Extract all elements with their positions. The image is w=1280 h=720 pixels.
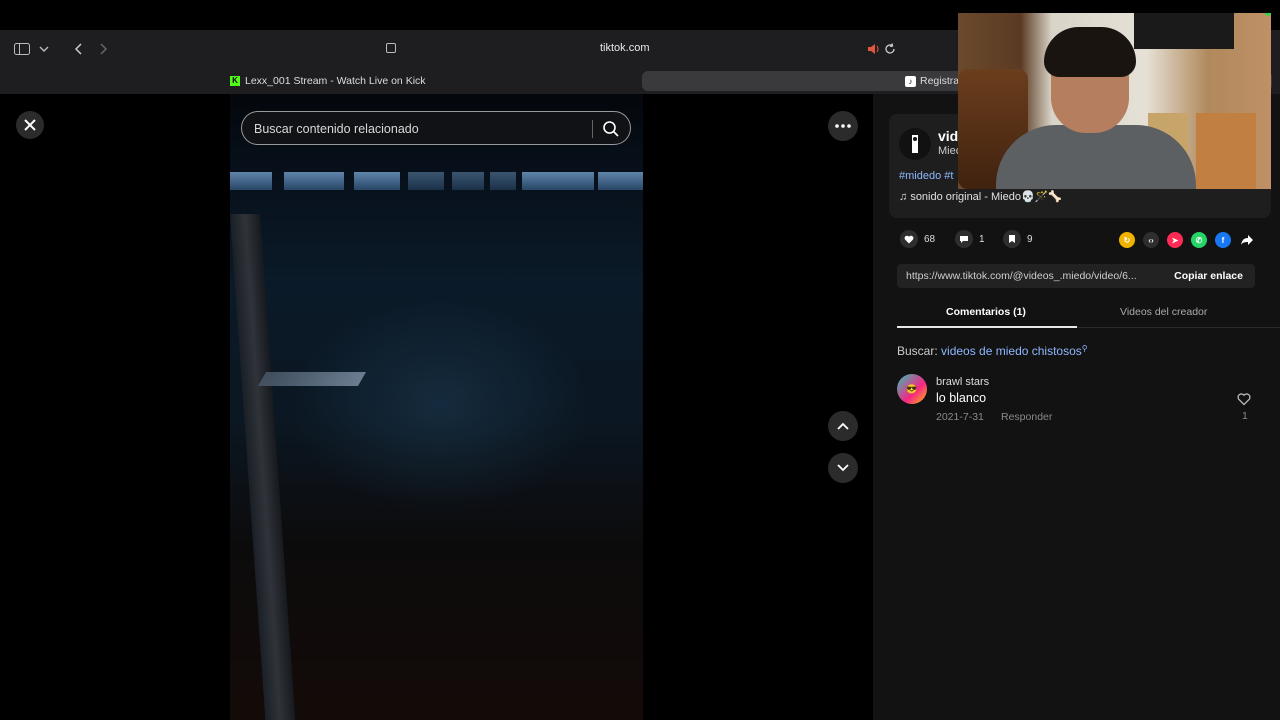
ellipsis-icon xyxy=(835,124,851,128)
send-icon[interactable]: ➤ xyxy=(1167,232,1183,248)
save-button[interactable]: 9 xyxy=(1003,230,1033,248)
reload-icon[interactable] xyxy=(880,40,900,58)
comment-icon xyxy=(955,230,973,248)
comment-button[interactable]: 1 xyxy=(955,230,985,248)
save-count: 9 xyxy=(1027,233,1033,245)
video-scene xyxy=(290,294,590,514)
comment-item: 😎 brawl stars lo blanco 2021-7-31 Respon… xyxy=(897,374,1267,428)
music-note-icon: ♫ xyxy=(899,191,911,203)
tab-label: Registra xyxy=(920,75,960,87)
tab-creator-videos[interactable]: Videos del creador xyxy=(1120,306,1207,318)
creator-name[interactable]: vid xyxy=(938,128,958,144)
heart-icon[interactable] xyxy=(1237,392,1251,406)
like-button[interactable]: 68 xyxy=(900,230,935,248)
close-icon xyxy=(24,119,36,131)
status-dot xyxy=(1265,13,1271,16)
search-suggestion-prefix: Buscar: xyxy=(897,344,938,358)
comment-like-count: 1 xyxy=(1242,410,1248,422)
comment-count: 1 xyxy=(979,233,985,245)
chevron-down-icon[interactable] xyxy=(34,40,54,58)
like-count: 68 xyxy=(924,233,936,245)
music-title: sonido original - Miedo💀🪄🦴 xyxy=(910,191,1063,203)
copy-link-button[interactable]: Copiar enlace xyxy=(1174,270,1243,282)
previous-video-button[interactable] xyxy=(828,411,858,441)
chevron-up-icon xyxy=(837,422,849,430)
address-bar[interactable]: tiktok.com xyxy=(600,42,650,54)
share-arrow-icon[interactable] xyxy=(1239,232,1255,248)
active-tab-indicator xyxy=(897,326,1077,328)
tab-comments[interactable]: Comentarios (1) xyxy=(946,306,1026,318)
panel-tabs: Comentarios (1) Videos del creador xyxy=(897,300,1280,328)
reply-button[interactable]: Responder xyxy=(1001,411,1052,423)
search-suggestion[interactable]: Buscar: videos de miedo chistosos⚲ xyxy=(897,344,1088,358)
video-player[interactable] xyxy=(230,94,643,720)
reader-icon[interactable] xyxy=(386,43,396,53)
search-placeholder: Buscar contenido relacionado xyxy=(254,122,419,136)
embed-icon[interactable]: ‹› xyxy=(1143,232,1159,248)
search-suggestion-keyword[interactable]: videos de miedo chistosos xyxy=(941,344,1082,358)
tab-kick-stream[interactable]: K Lexx_001 Stream - Watch Live on Kick xyxy=(8,71,640,91)
comment-date: 2021-7-31 xyxy=(936,411,984,423)
search-icon[interactable] xyxy=(602,120,620,138)
post-hashtags[interactable]: #midedo #t xyxy=(899,170,953,182)
tab-label: Lexx_001 Stream - Watch Live on Kick xyxy=(245,75,426,87)
repost-icon[interactable]: ↻ xyxy=(1119,232,1135,248)
video-link[interactable]: https://www.tiktok.com/@videos_.miedo/vi… xyxy=(906,270,1156,282)
bookmark-icon xyxy=(1003,230,1021,248)
video-link-box: https://www.tiktok.com/@videos_.miedo/vi… xyxy=(897,264,1255,288)
action-bar: 68 1 9 ↻ ‹› ➤ ✆ f xyxy=(897,230,1267,250)
webcam-overlay xyxy=(958,13,1271,189)
forward-button[interactable] xyxy=(94,40,114,58)
back-button[interactable] xyxy=(68,40,88,58)
related-search-input[interactable]: Buscar contenido relacionado xyxy=(241,111,631,145)
music-line[interactable]: ♫ sonido original - Miedo💀🪄🦴 xyxy=(899,190,1062,203)
close-button[interactable] xyxy=(16,111,44,139)
chevron-down-icon xyxy=(837,464,849,472)
sidebar-toggle-icon[interactable] xyxy=(12,40,32,58)
facebook-icon[interactable]: f xyxy=(1215,232,1231,248)
tiktok-icon: ♪ xyxy=(905,76,916,87)
more-options-button[interactable] xyxy=(828,111,858,141)
comment-text: lo blanco xyxy=(936,391,987,405)
whatsapp-icon[interactable]: ✆ xyxy=(1191,232,1207,248)
search-icon: ⚲ xyxy=(1081,344,1088,353)
comment-username[interactable]: brawl stars xyxy=(936,376,989,388)
kick-icon: K xyxy=(230,76,240,86)
heart-icon xyxy=(900,230,918,248)
next-video-button[interactable] xyxy=(828,453,858,483)
commenter-avatar[interactable]: 😎 xyxy=(897,374,927,404)
creator-avatar[interactable] xyxy=(899,128,931,160)
